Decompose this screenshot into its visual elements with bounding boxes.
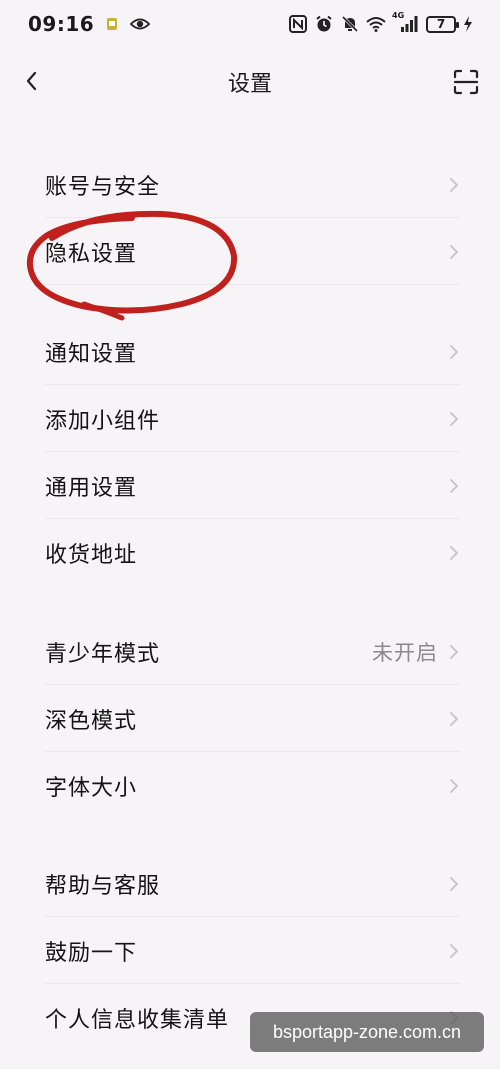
settings-group-display: 青少年模式 未开启 深色模式 字体大小 xyxy=(0,618,500,819)
settings-item-label: 通用设置 xyxy=(45,475,138,501)
cellular-signal-icon: 4G xyxy=(392,11,420,34)
chevron-right-icon xyxy=(450,478,458,493)
chevron-right-icon xyxy=(450,244,458,259)
chevron-right-icon xyxy=(450,545,458,560)
settings-item-account-security[interactable]: 账号与安全 xyxy=(0,151,500,218)
settings-item-general[interactable]: 通用设置 xyxy=(0,452,500,519)
settings-item-label: 收货地址 xyxy=(45,542,138,568)
chevron-right-icon xyxy=(450,644,458,659)
settings-item-font-size[interactable]: 字体大小 xyxy=(0,752,500,819)
settings-item-label: 深色模式 xyxy=(45,708,138,734)
navigation-bar: 设置 xyxy=(0,52,500,112)
status-bar-right: 4G 7 xyxy=(288,11,474,34)
eye-icon xyxy=(130,14,151,34)
chevron-right-icon xyxy=(450,344,458,359)
status-time: 09:16 xyxy=(28,12,95,36)
back-button[interactable] xyxy=(18,66,48,96)
settings-item-teen-mode[interactable]: 青少年模式 未开启 xyxy=(0,618,500,685)
status-bar-left: 09:16 xyxy=(28,12,151,36)
settings-item-rate-us[interactable]: 鼓励一下 xyxy=(0,917,500,984)
settings-group-account: 账号与安全 隐私设置 通知设置 添加小组件 通用设置 收货地址 xyxy=(0,151,500,586)
settings-item-label: 鼓励一下 xyxy=(45,940,138,966)
app-notification-icon xyxy=(102,14,122,34)
chevron-right-icon xyxy=(450,943,458,958)
settings-item-label: 添加小组件 xyxy=(45,408,161,434)
battery-indicator: 7 xyxy=(426,15,459,33)
alarm-icon xyxy=(314,14,334,34)
status-bar: 09:16 4G 7 xyxy=(0,0,500,48)
teen-mode-status: 未开启 xyxy=(372,640,438,665)
settings-item-help-support[interactable]: 帮助与客服 xyxy=(0,850,500,917)
settings-item-privacy[interactable]: 隐私设置 xyxy=(0,218,500,285)
watermark-label: bsportapp-zone.com.cn xyxy=(250,1012,484,1052)
settings-item-label: 青少年模式 xyxy=(45,641,161,667)
chevron-right-icon xyxy=(450,177,458,192)
settings-item-notifications[interactable]: 通知设置 xyxy=(0,318,500,385)
scan-icon xyxy=(453,69,479,95)
chevron-right-icon xyxy=(450,411,458,426)
page-title: 设置 xyxy=(227,72,272,97)
settings-item-dark-mode[interactable]: 深色模式 xyxy=(0,685,500,752)
settings-item-add-widget[interactable]: 添加小组件 xyxy=(0,385,500,452)
wifi-icon xyxy=(366,14,386,34)
settings-item-shipping-address[interactable]: 收货地址 xyxy=(0,519,500,586)
network-type-label: 4G xyxy=(392,11,405,20)
nfc-icon xyxy=(288,14,308,34)
scan-button[interactable] xyxy=(452,68,480,96)
watermark-text: bsportapp-zone.com.cn xyxy=(272,1021,462,1042)
chevron-left-icon xyxy=(26,71,37,91)
mute-bell-icon xyxy=(340,14,360,34)
settings-item-label: 通知设置 xyxy=(45,341,138,367)
chevron-right-icon xyxy=(450,778,458,793)
settings-item-label: 账号与安全 xyxy=(45,174,161,200)
battery-level: 7 xyxy=(436,17,446,31)
settings-item-label: 隐私设置 xyxy=(45,241,138,267)
charging-bolt-icon xyxy=(462,14,474,34)
chevron-right-icon xyxy=(450,711,458,726)
settings-item-label: 帮助与客服 xyxy=(45,873,161,899)
chevron-right-icon xyxy=(450,876,458,891)
settings-item-label: 字体大小 xyxy=(45,775,138,801)
